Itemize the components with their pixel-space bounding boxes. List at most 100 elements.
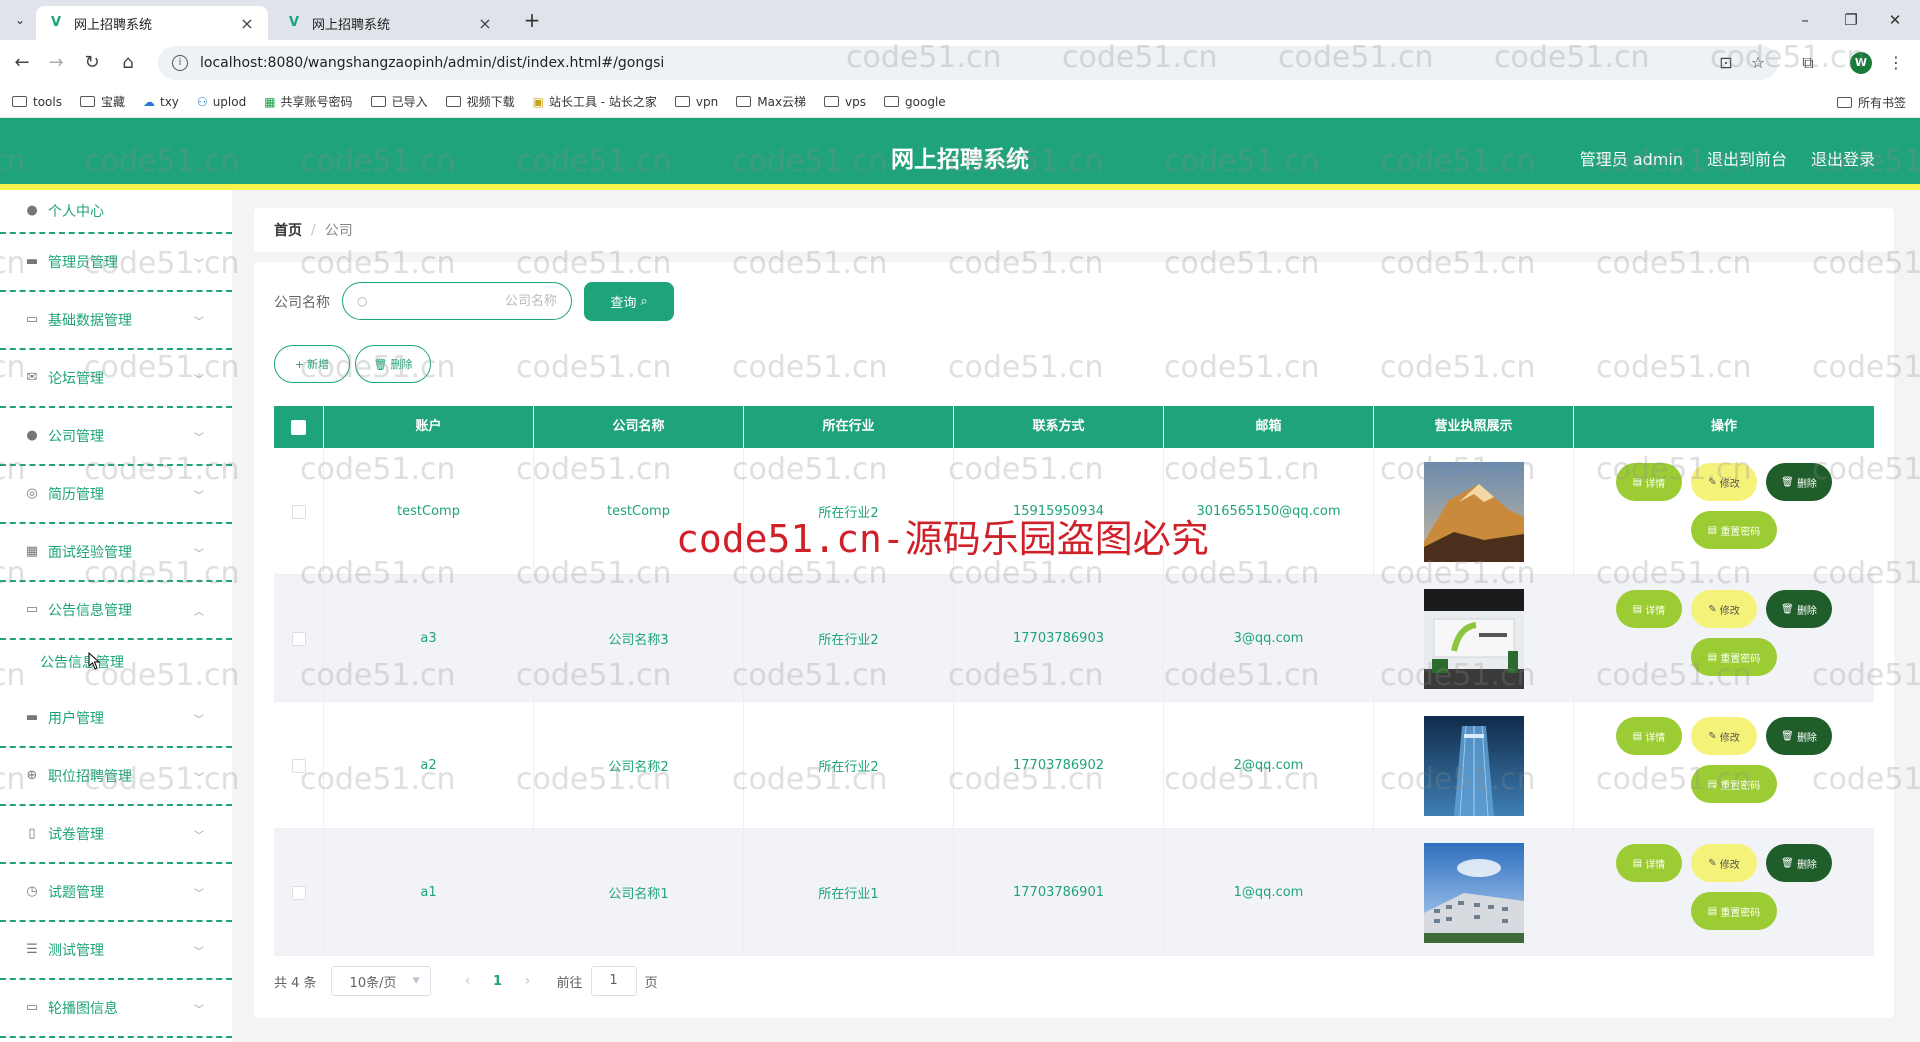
batch-delete-button[interactable]: 🗑 删除: [355, 345, 431, 383]
home-icon[interactable]: ⌂: [116, 51, 140, 75]
reset-password-button[interactable]: ▤ 重置密码: [1691, 765, 1777, 803]
license-image-tower[interactable]: [1423, 715, 1524, 816]
prev-page-icon[interactable]: ‹: [453, 973, 483, 989]
delete-button[interactable]: 🗑 删除: [1766, 717, 1832, 755]
sidebar-item-interview[interactable]: ▦ 面试经验管理 ﹀: [0, 524, 232, 582]
add-button[interactable]: + 新增: [274, 345, 350, 383]
bookmark-uplod[interactable]: ⚇ uplod: [197, 95, 246, 109]
extensions-icon[interactable]: ⧉: [1796, 51, 1820, 75]
bookmark-vpn[interactable]: vpn: [674, 95, 718, 109]
bookmark-imported[interactable]: 已导入: [370, 93, 428, 110]
detail-button[interactable]: ▤ 详情: [1616, 717, 1682, 755]
submenu-item-notice[interactable]: 公告信息管理: [40, 652, 124, 672]
license-image-building[interactable]: [1423, 842, 1524, 943]
bookmark-video-download[interactable]: 视频下载: [445, 93, 515, 110]
row-checkbox[interactable]: [291, 885, 306, 900]
page-size-select[interactable]: 10条/页 ▼: [330, 966, 431, 996]
profile-avatar[interactable]: W: [1850, 52, 1872, 74]
sidebar-item-base-data[interactable]: ▭ 基础数据管理 ﹀: [0, 292, 232, 350]
sidebar-item-tests[interactable]: ☰ 测试管理 ﹀: [0, 922, 232, 980]
sidebar-item-users[interactable]: ▬ 用户管理 ﹀: [0, 690, 232, 748]
sidebar-item-admin[interactable]: ▬ 管理员管理 ﹀: [0, 234, 232, 292]
sidebar-item-notice[interactable]: ▭ 公告信息管理 ︿: [0, 582, 232, 640]
close-icon[interactable]: ×: [238, 14, 256, 33]
browser-tab-2[interactable]: V 网上招聘系统 ×: [274, 6, 506, 40]
sidebar-item-resume[interactable]: ◎ 简历管理 ﹀: [0, 466, 232, 524]
user-icon: ●: [26, 428, 38, 443]
bookmark-baozang[interactable]: 宝藏: [79, 93, 125, 110]
page-number-current[interactable]: 1: [483, 974, 513, 989]
edit-button[interactable]: ✎ 修改: [1691, 717, 1757, 755]
back-to-front-link[interactable]: 退出到前台: [1707, 146, 1787, 170]
sidebar-item-label: 论坛管理: [48, 371, 104, 387]
license-image-office[interactable]: [1423, 588, 1524, 689]
bookmark-tools[interactable]: tools: [12, 95, 62, 109]
bookmark-google[interactable]: google: [884, 95, 946, 109]
bookmark-chinaz[interactable]: ▣ 站长工具 - 站长之家: [533, 93, 657, 110]
sidebar-item-papers[interactable]: ▯ 试卷管理 ﹀: [0, 806, 232, 864]
bookmark-shared-accounts[interactable]: ▦ 共享账号密码: [264, 93, 352, 110]
minimize-icon[interactable]: –: [1782, 8, 1828, 32]
reset-password-button[interactable]: ▤ 重置密码: [1691, 892, 1777, 930]
sidebar-item-forum[interactable]: ✉ 论坛管理 ﹀: [0, 350, 232, 408]
new-tab-icon[interactable]: +: [520, 8, 544, 32]
reset-password-button[interactable]: ▤ 重置密码: [1691, 638, 1777, 676]
edit-button[interactable]: ✎ 修改: [1691, 844, 1757, 882]
sidebar-item-personal-center[interactable]: ● 个人中心: [0, 190, 232, 234]
search-field[interactable]: ○: [342, 282, 572, 320]
admin-user-link[interactable]: 管理员 admin: [1580, 146, 1683, 170]
company-name-cell: testComp: [534, 448, 744, 575]
bookmark-vps[interactable]: vps: [824, 95, 866, 109]
bookmark-label: Max云梯: [757, 95, 807, 109]
trash-icon: 🗑: [373, 357, 388, 371]
row-checkbox[interactable]: [291, 631, 306, 646]
goto-page-input[interactable]: 1: [590, 966, 637, 996]
license-image-mountain[interactable]: [1423, 461, 1524, 562]
detail-button[interactable]: ▤ 详情: [1616, 463, 1682, 501]
select-all-checkbox[interactable]: [291, 420, 306, 435]
delete-label: 删除: [1796, 478, 1817, 490]
sidebar-item-company[interactable]: ● 公司管理 ﹀: [0, 408, 232, 466]
back-icon[interactable]: ←: [10, 51, 34, 75]
delete-button[interactable]: 🗑 删除: [1766, 844, 1832, 882]
sidebar-item-carousel[interactable]: ▭ 轮播图信息 ﹀: [0, 980, 232, 1038]
more-menu-icon[interactable]: ⋮: [1884, 51, 1908, 75]
mouse-cursor-icon: [88, 652, 100, 670]
bookmark-max[interactable]: Max云梯: [736, 93, 806, 110]
window-close-icon[interactable]: ✕: [1872, 8, 1918, 32]
bookmark-label: vps: [845, 94, 867, 109]
bookmark-txy[interactable]: ☁ txy: [143, 95, 179, 109]
edit-icon: ✎: [1708, 857, 1720, 869]
logout-link[interactable]: 退出登录: [1811, 146, 1875, 170]
close-icon[interactable]: ×: [476, 14, 494, 33]
next-page-icon[interactable]: ›: [513, 973, 543, 989]
column-header: 联系方式: [954, 406, 1164, 448]
screenshot-icon[interactable]: ⊡: [1714, 51, 1738, 75]
detail-button[interactable]: ▤ 详情: [1616, 844, 1682, 882]
detail-button[interactable]: ▤ 详情: [1616, 590, 1682, 628]
site-info-icon[interactable]: i: [172, 55, 188, 71]
row-checkbox[interactable]: [291, 504, 306, 519]
search-input[interactable]: [373, 293, 557, 309]
row-checkbox[interactable]: [291, 758, 306, 773]
reload-icon[interactable]: ↻: [80, 51, 104, 75]
browser-tab-1[interactable]: V 网上招聘系统 ×: [36, 6, 268, 40]
sidebar-item-jobs[interactable]: ⊕ 职位招聘管理 ﹀: [0, 748, 232, 806]
forward-icon[interactable]: →: [44, 51, 68, 75]
reset-password-button[interactable]: ▤ 重置密码: [1691, 511, 1777, 549]
url-field[interactable]: i localhost:8080/wangshangzaopinh/admin/…: [158, 46, 1778, 80]
all-bookmarks[interactable]: 所有书签: [1836, 94, 1906, 111]
main-panel: 公司名称 ○ 查询 ⌕ + 新增 🗑 删除 账户 公司名称 所在行业 联系方式 …: [254, 262, 1894, 1018]
tab-search-icon[interactable]: ⌄: [8, 9, 32, 31]
phone-cell: 15915950934: [954, 448, 1164, 575]
restore-icon[interactable]: ❐: [1828, 8, 1874, 32]
edit-button[interactable]: ✎ 修改: [1691, 590, 1757, 628]
query-button[interactable]: 查询 ⌕: [584, 282, 674, 321]
sidebar-item-questions[interactable]: ◷ 试题管理 ﹀: [0, 864, 232, 922]
delete-button[interactable]: 🗑 删除: [1766, 590, 1832, 628]
star-icon[interactable]: ☆: [1746, 51, 1770, 75]
breadcrumb-home[interactable]: 首页: [274, 220, 302, 240]
delete-button[interactable]: 🗑 删除: [1766, 463, 1832, 501]
folder-icon: [1836, 97, 1852, 108]
edit-button[interactable]: ✎ 修改: [1691, 463, 1757, 501]
